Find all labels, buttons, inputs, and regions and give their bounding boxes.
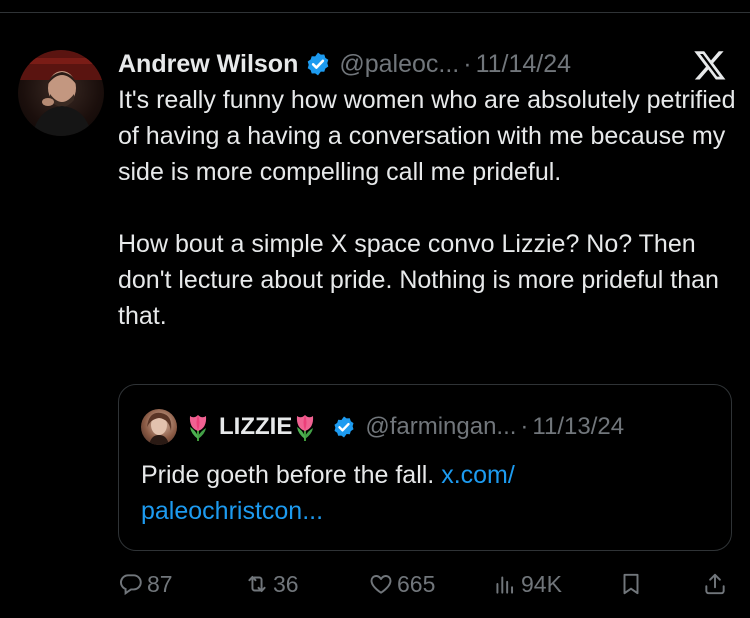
quoted-tweet[interactable]: LIZZIE @farmingan... · 11/13/24 Pride go… — [118, 384, 732, 551]
quoted-tweet-text: Pride goeth before the fall. x.com/ pale… — [141, 457, 701, 529]
tweet-paragraph-2: How bout a simple X space convo Lizzie? … — [118, 230, 726, 330]
tulip-emoji-icon — [185, 412, 211, 442]
tweet-paragraph-1: It's really funny how women who are abso… — [118, 86, 743, 186]
separator-dot: · — [520, 413, 529, 440]
tweet-date[interactable]: 11/14/24 — [476, 50, 571, 79]
reply-icon — [120, 574, 142, 596]
repost-count: 36 — [273, 570, 299, 597]
like-icon — [370, 575, 392, 594]
bookmark-button[interactable] — [618, 566, 647, 602]
tweet-text: It's really funny how women who are abso… — [118, 82, 738, 334]
reply-count: 87 — [147, 570, 173, 597]
author-handle[interactable]: @paleoc... — [339, 50, 459, 79]
tulip-emoji-icon — [292, 412, 318, 442]
reply-button[interactable]: 87 — [118, 566, 173, 602]
views-count: 94K — [521, 570, 562, 597]
share-icon — [705, 573, 725, 595]
quoted-avatar[interactable] — [141, 409, 177, 445]
views-button[interactable]: 94K — [492, 566, 562, 602]
tweet-header: Andrew Wilson @paleoc... · 11/14/24 — [118, 46, 571, 82]
repost-icon — [248, 575, 266, 593]
separator-dot: · — [463, 49, 472, 78]
avatar[interactable] — [18, 50, 104, 136]
like-count: 665 — [397, 570, 436, 597]
bookmark-icon — [623, 573, 639, 595]
quoted-text: Pride goeth before the fall. — [141, 461, 442, 489]
quoted-author-handle[interactable]: @farmingan... — [365, 413, 516, 441]
quoted-date[interactable]: 11/13/24 — [532, 413, 624, 441]
action-bar: 87 36 665 94K — [118, 566, 730, 602]
repost-button[interactable]: 36 — [244, 566, 299, 602]
verified-badge-icon — [332, 415, 356, 439]
quoted-tweet-header: LIZZIE @farmingan... · 11/13/24 — [141, 409, 624, 445]
views-icon — [496, 576, 514, 594]
tweet[interactable]: Andrew Wilson @paleoc... · 11/14/24 It's… — [0, 0, 750, 618]
share-button[interactable] — [702, 566, 731, 602]
x-logo-icon — [692, 48, 728, 82]
verified-badge-icon — [305, 51, 331, 77]
quoted-author-name[interactable]: LIZZIE — [219, 413, 292, 441]
like-button[interactable]: 665 — [368, 566, 435, 602]
author-name[interactable]: Andrew Wilson — [118, 50, 298, 79]
